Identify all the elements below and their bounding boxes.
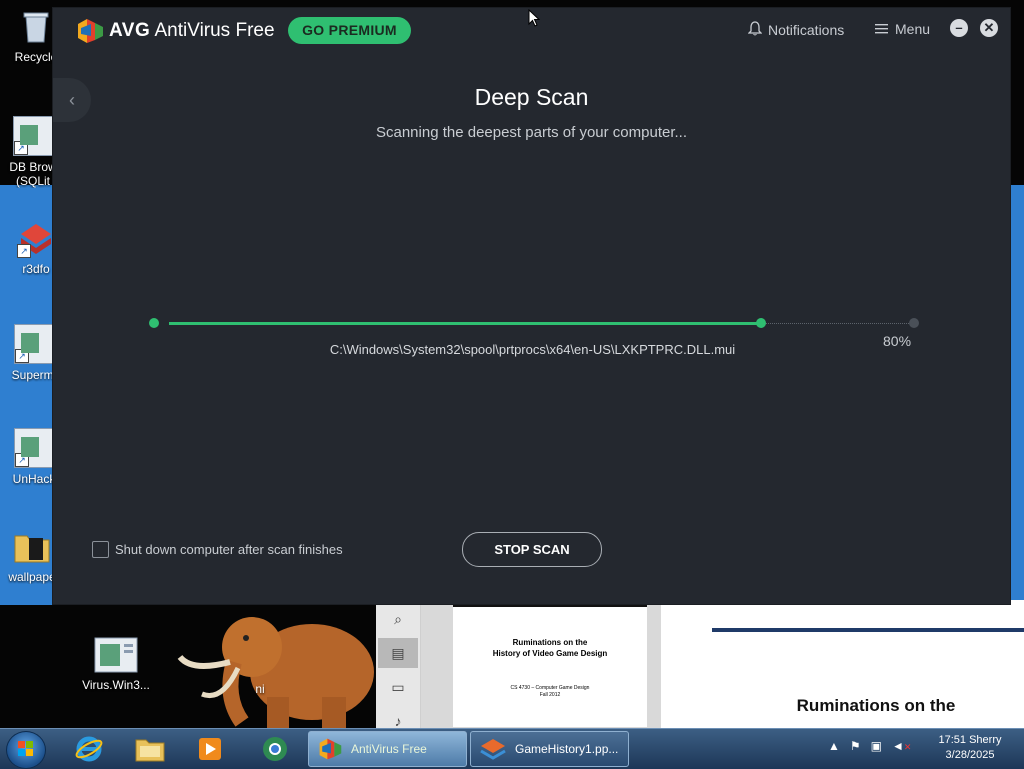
db-browser-icon: ↗ <box>13 116 53 156</box>
hamburger-icon <box>875 21 888 37</box>
avg-logo-icon <box>319 738 342 760</box>
menu-label: Menu <box>895 21 931 37</box>
mammoth-image <box>172 602 377 728</box>
show-hidden-icons-icon[interactable]: ▲ <box>828 739 840 753</box>
desktop-wallpaper-strip-right <box>1010 185 1024 605</box>
close-icon: ✕ <box>983 20 995 35</box>
taskbar-task-avg[interactable]: AntiVirus Free <box>308 731 467 767</box>
speaker-icon[interactable]: ♪ <box>378 706 418 728</box>
scan-subtitle: Scanning the deepest parts of your compu… <box>375 124 688 141</box>
clock-date: 3/28/2025 <box>945 749 995 761</box>
progress-fill <box>169 322 761 325</box>
taskbar-ie-button[interactable] <box>66 732 112 766</box>
slide-thumbnail[interactable]: Ruminations on the History of Video Game … <box>453 604 647 727</box>
background-presentation-window: ⌕ ▤ ▭ ♪ Ruminations on the History of Vid… <box>376 600 1024 728</box>
brand-name: AVG <box>109 20 151 41</box>
clock-user: Sherry <box>969 734 1002 746</box>
notifications-button[interactable]: Notifications <box>747 21 845 39</box>
scan-title: Deep Scan <box>474 84 589 110</box>
progress-percent: 80% <box>883 333 912 349</box>
stop-scan-button[interactable]: STOP SCAN <box>462 532 602 567</box>
recycle-bin-icon <box>17 8 55 46</box>
thumb-sub-line1: CS 4730 – Computer Game Design <box>510 685 590 691</box>
menu-button[interactable]: Menu <box>875 21 930 37</box>
taskbar-media-player-button[interactable] <box>187 732 233 766</box>
mouse-cursor-icon <box>528 8 541 33</box>
thumb-sub-line2: Fall 2012 <box>539 692 561 698</box>
desktop-icon-label: ni <box>255 682 265 696</box>
internet-explorer-icon <box>75 736 103 762</box>
comment-icon[interactable]: ▭ <box>378 672 418 702</box>
desktop-icon-ni[interactable]: ni <box>230 682 290 696</box>
taskbar-explorer-button[interactable] <box>127 732 173 766</box>
task-label: AntiVirus Free <box>351 742 427 756</box>
viewer-sidebar: ⌕ ▤ ▭ ♪ <box>376 600 421 728</box>
folder-icon <box>13 528 51 566</box>
task-label: GameHistory1.pp... <box>515 742 619 756</box>
unhackme-icon: ↗ <box>14 428 54 468</box>
thumbnail-pane: Ruminations on the History of Video Game … <box>421 600 661 728</box>
clock-time: 17:51 <box>938 734 967 746</box>
minimize-icon: – <box>955 20 963 35</box>
r3dfox-icon: ↗ <box>17 220 55 258</box>
progress-start-dot <box>149 318 159 328</box>
bell-icon <box>747 21 763 39</box>
shutdown-checkbox[interactable] <box>92 541 109 558</box>
avg-antivirus-window: AVG AntiVirus Free GO PREMIUM Notificati… <box>52 7 1011 605</box>
taskbar-chrome-button[interactable] <box>252 732 298 766</box>
app-title: AVG AntiVirus Free <box>109 20 275 42</box>
taskbar-task-powerpoint[interactable]: GameHistory1.pp... <box>470 731 629 767</box>
taskbar: AntiVirus Free GameHistory1.pp... ▲ ⚑ ▣ … <box>0 728 1024 769</box>
minimize-button[interactable]: – <box>950 19 968 37</box>
go-premium-button[interactable]: GO PREMIUM <box>288 17 411 44</box>
browser-icon <box>263 737 287 761</box>
slide-page: Ruminations on the <box>676 600 1024 728</box>
thumb-title-line2: History of Video Game Design <box>492 649 608 658</box>
shutdown-label: Shut down computer after scan finishes <box>115 542 343 557</box>
search-icon[interactable]: ⌕ <box>378 604 418 634</box>
network-icon[interactable]: ▣ <box>871 739 882 753</box>
thumb-title-line1: Ruminations on the <box>512 638 588 647</box>
action-center-flag-icon[interactable]: ⚑ <box>850 739 861 753</box>
document-window-icon <box>94 636 138 674</box>
start-button[interactable] <box>6 731 46 769</box>
slide-rule <box>712 628 1024 632</box>
supermium-icon: ↗ <box>14 324 54 364</box>
slide-title: Ruminations on the <box>796 696 956 715</box>
media-player-icon <box>199 738 221 760</box>
volume-muted-icon[interactable]: ◄✕ <box>892 739 911 753</box>
current-file-path: C:\Windows\System32\spool\prtprocs\x64\e… <box>329 342 736 357</box>
pages-icon[interactable]: ▤ <box>378 638 418 668</box>
windows-logo-icon <box>18 741 33 756</box>
folder-icon <box>135 739 165 762</box>
scan-progress-bar <box>149 316 919 330</box>
taskbar-clock[interactable]: 17:51 Sherry 3/28/2025 <box>930 733 1010 763</box>
desktop-icon-label: Virus.Win3... <box>82 678 150 692</box>
avg-logo-icon <box>75 16 105 46</box>
notifications-label: Notifications <box>768 22 845 38</box>
desktop-icon-virus-win32[interactable]: Virus.Win3... <box>76 636 156 692</box>
presentation-icon <box>480 739 506 760</box>
shutdown-option[interactable]: Shut down computer after scan finishes <box>92 541 343 558</box>
progress-current-dot <box>756 318 766 328</box>
progress-end-dot <box>909 318 919 328</box>
progress-remaining <box>766 323 909 324</box>
system-tray: ▲ ⚑ ▣ ◄✕ <box>828 739 911 753</box>
product-name: AntiVirus Free <box>154 20 275 41</box>
close-button[interactable]: ✕ <box>980 19 998 37</box>
